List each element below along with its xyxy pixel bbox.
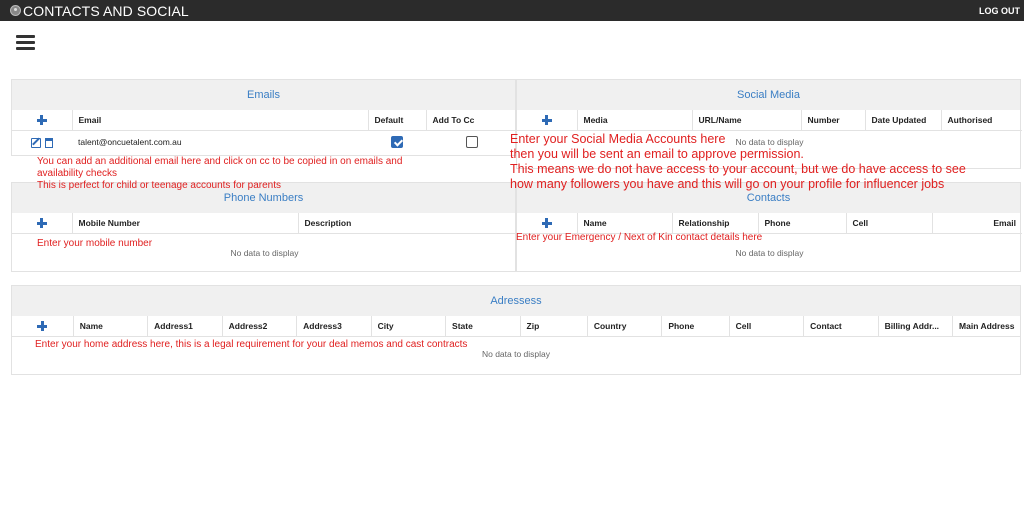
contacts-panel: Contacts Name Relationship Phone Cell Em… [516, 182, 1022, 272]
column-header[interactable]: Name [577, 213, 673, 234]
column-header[interactable]: Country [587, 316, 663, 337]
column-header[interactable]: Default [368, 110, 427, 131]
column-header[interactable]: Main Address [952, 316, 1020, 337]
column-header[interactable]: Date Updated [865, 110, 942, 131]
trash-icon[interactable] [45, 137, 53, 148]
add-social-button[interactable] [517, 110, 578, 131]
emails-panel-title: Emails [12, 80, 515, 110]
note-line: how many followers you have and this wil… [510, 177, 945, 191]
social-media-note: Enter your Social Media Accounts here th… [510, 132, 966, 192]
plus-icon[interactable] [541, 218, 552, 229]
app-brand: CONTACTS AND SOCIAL [0, 3, 189, 19]
column-header[interactable]: Authorised [941, 110, 1022, 131]
column-header[interactable]: Name [73, 316, 149, 337]
column-header[interactable]: Media [577, 110, 693, 131]
logo-icon [10, 5, 21, 16]
logout-button[interactable]: LOG OUT [979, 6, 1024, 16]
add-email-button[interactable] [12, 110, 73, 131]
column-header[interactable]: City [371, 316, 447, 337]
column-header[interactable]: State [445, 316, 521, 337]
table-row: talent@oncuetalent.com.au [12, 130, 517, 154]
column-header[interactable]: Phone [661, 316, 730, 337]
column-header[interactable]: Add To Cc [426, 110, 517, 131]
page-title: CONTACTS AND SOCIAL [23, 2, 189, 19]
plus-icon[interactable] [36, 115, 47, 126]
column-header[interactable]: Address1 [147, 316, 223, 337]
column-header[interactable]: Phone [758, 213, 847, 234]
column-header[interactable]: Email [932, 213, 1022, 234]
plus-icon[interactable] [541, 115, 552, 126]
addresses-panel-title: Adressess [12, 286, 1020, 316]
note-line: Enter your Social Media Accounts here [510, 132, 726, 146]
column-header[interactable]: Email [72, 110, 369, 131]
addresses-table: Name Address1 Address2 Address3 City Sta… [12, 316, 1020, 360]
phone-numbers-table: Mobile Number Description No data to dis… [12, 213, 517, 258]
column-header[interactable]: Contact [803, 316, 879, 337]
phones-note: Enter your mobile number [37, 238, 153, 249]
plus-icon[interactable] [36, 218, 47, 229]
top-bar: CONTACTS AND SOCIAL LOG OUT [0, 0, 1024, 21]
column-header[interactable]: Number [801, 110, 866, 131]
column-header[interactable]: Cell [729, 316, 805, 337]
column-header[interactable]: Cell [846, 213, 933, 234]
edit-icon[interactable] [31, 137, 41, 148]
note-line: availability checks [37, 168, 118, 179]
add-phone-button[interactable] [12, 213, 73, 234]
plus-icon[interactable] [37, 321, 48, 332]
default-cell [368, 130, 426, 154]
menu-icon[interactable] [16, 35, 35, 51]
email-cell: talent@oncuetalent.com.au [78, 137, 182, 148]
column-header[interactable]: Address3 [296, 316, 372, 337]
note-line: This means we do not have access to your… [510, 162, 966, 176]
column-header[interactable]: Description [298, 213, 517, 234]
add-to-cc-checkbox[interactable] [465, 136, 478, 149]
column-header[interactable]: Zip [520, 316, 588, 337]
addresses-note: Enter your home address here, this is a … [35, 339, 468, 350]
column-header[interactable]: Mobile Number [72, 213, 299, 234]
add-address-button[interactable] [12, 316, 74, 337]
cc-cell [426, 130, 517, 154]
column-header[interactable]: URL/Name [692, 110, 802, 131]
emails-panel: Emails Email Default Add To Cc talent@on… [11, 79, 517, 156]
contacts-note: Enter your Emergency / Next of Kin conta… [516, 232, 763, 243]
note-line: then you will be sent an email to approv… [510, 147, 804, 161]
row-actions [12, 130, 72, 154]
note-line: You can add an additional email here and… [37, 156, 403, 167]
column-header[interactable]: Billing Addr... [878, 316, 954, 337]
note-line: This is perfect for child or teenage acc… [37, 180, 282, 191]
default-checkbox[interactable] [391, 136, 403, 149]
add-contact-button[interactable] [517, 213, 578, 234]
emails-note: You can add an additional email here and… [37, 156, 402, 192]
column-header[interactable]: Address2 [222, 316, 298, 337]
emails-table: Email Default Add To Cc talent@oncuetale… [12, 110, 517, 154]
social-media-panel-title: Social Media [517, 80, 1020, 110]
phone-numbers-panel: Phone Numbers Mobile Number Description … [11, 182, 517, 272]
addresses-panel: Adressess Name Address1 Address2 Address… [11, 285, 1021, 375]
column-header[interactable]: Relationship [672, 213, 759, 234]
